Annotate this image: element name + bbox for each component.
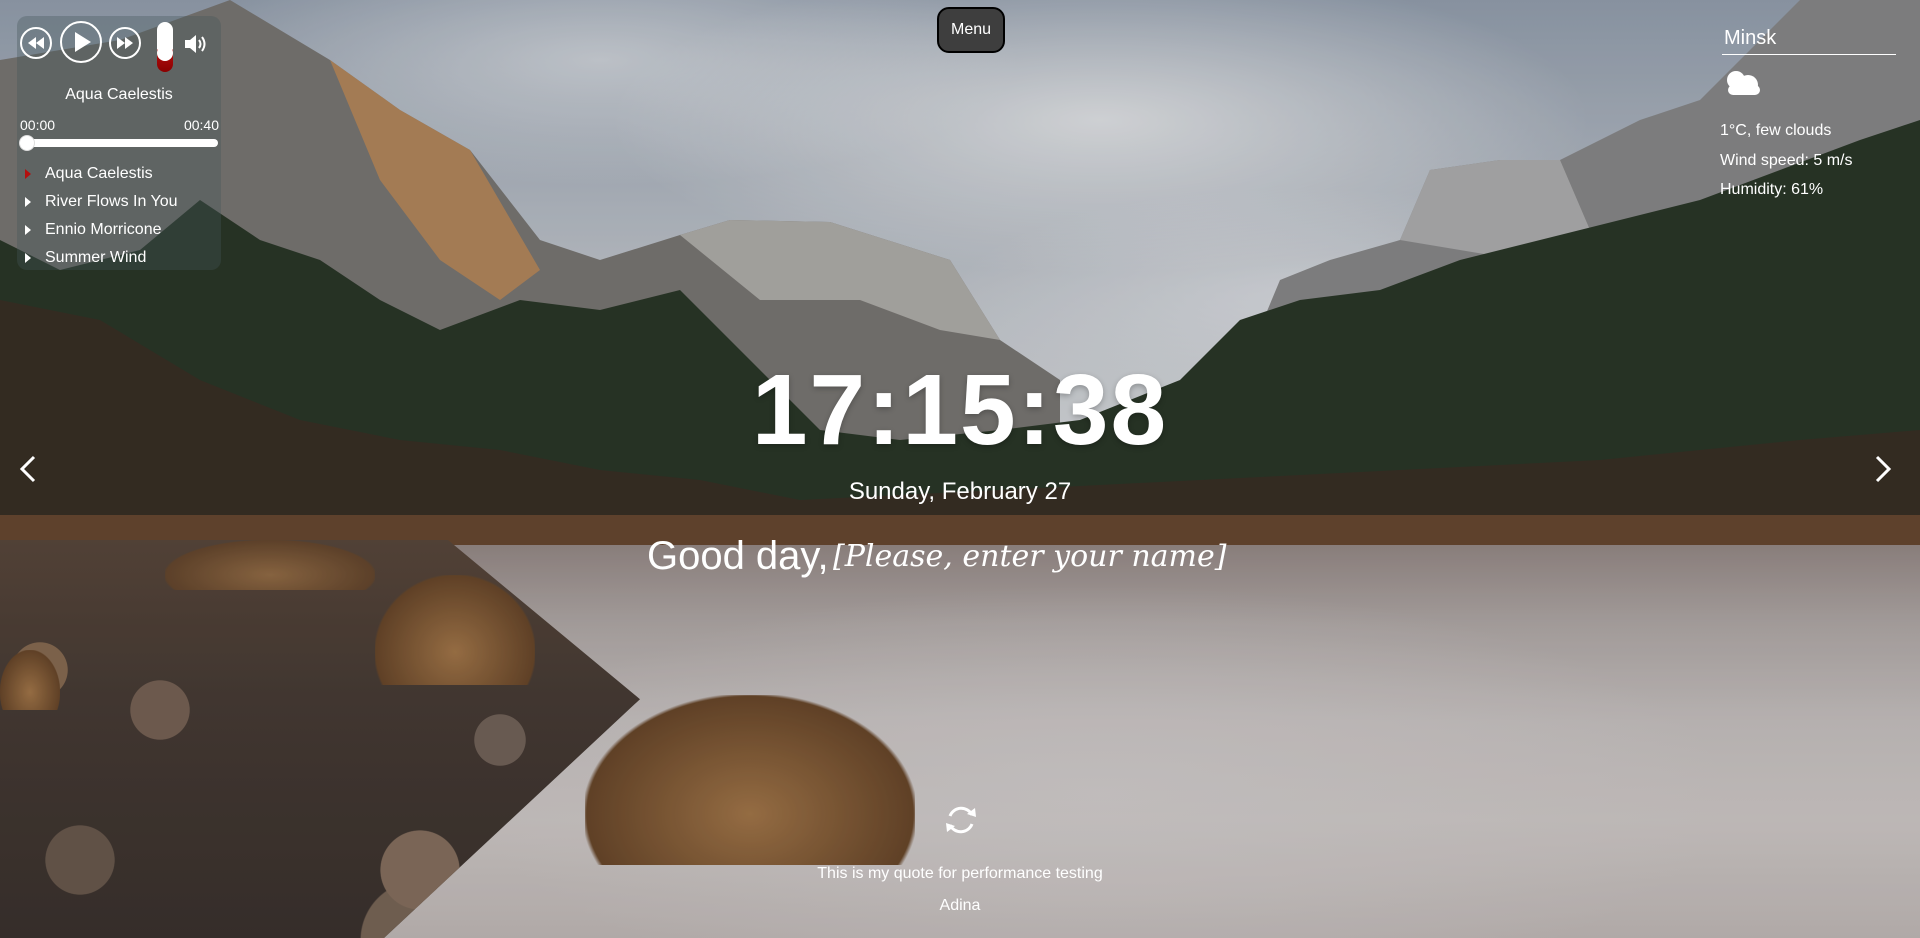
playlist-item[interactable]: Aqua Caelestis: [21, 160, 178, 188]
quote-author: Adina: [939, 897, 981, 914]
humidity: Humidity: 61%: [1720, 181, 1824, 198]
playlist-item-title: Aqua Caelestis: [45, 165, 153, 182]
track-progress-bar[interactable]: [20, 139, 218, 147]
speaker-icon[interactable]: [183, 32, 209, 56]
menu-button[interactable]: Menu: [937, 7, 1005, 53]
playlist-item[interactable]: Summer Wind: [21, 244, 178, 272]
name-input[interactable]: [833, 539, 1274, 574]
play-button[interactable]: [60, 21, 102, 63]
rewind-icon: [28, 37, 44, 49]
quote-text: This is my quote for performance testing: [817, 865, 1103, 882]
wind-speed: Wind speed: 5 m/s: [1720, 152, 1853, 169]
audio-player: Aqua Caelestis 00:00 00:40 Aqua Caelesti…: [17, 16, 221, 270]
next-track-button[interactable]: [109, 27, 141, 59]
volume-slider-thumb[interactable]: [157, 45, 173, 61]
playlist-item-title: Summer Wind: [45, 249, 147, 266]
refresh-icon[interactable]: [943, 802, 979, 838]
playlist-item[interactable]: River Flows In You: [21, 188, 178, 216]
cloudy-icon: [1727, 71, 1760, 95]
play-arrow-icon: [25, 225, 31, 235]
track-duration: 00:40: [183, 117, 219, 133]
city-input[interactable]: [1722, 22, 1896, 55]
playlist-item-title: Ennio Morricone: [45, 221, 162, 238]
play-icon: [75, 32, 91, 52]
playing-indicator-icon: [25, 169, 31, 179]
greeting-container: Good day,: [0, 534, 1920, 579]
playlist: Aqua Caelestis River Flows In You Ennio …: [21, 160, 178, 272]
previous-track-button[interactable]: [20, 27, 52, 59]
current-track-title: Aqua Caelestis: [65, 86, 173, 103]
weather-description: 1°C, few clouds: [1720, 122, 1832, 139]
date: Sunday, February 27: [848, 478, 1072, 505]
current-time: 00:00: [20, 117, 56, 133]
clock: 17:15:38: [751, 354, 1169, 466]
play-arrow-icon: [25, 253, 31, 263]
track-progress-thumb[interactable]: [20, 136, 34, 150]
playlist-item[interactable]: Ennio Morricone: [21, 216, 178, 244]
playlist-item-title: River Flows In You: [45, 193, 178, 210]
greeting-text: Good day,: [646, 534, 829, 578]
play-arrow-icon: [25, 197, 31, 207]
fast-forward-icon: [117, 37, 133, 49]
